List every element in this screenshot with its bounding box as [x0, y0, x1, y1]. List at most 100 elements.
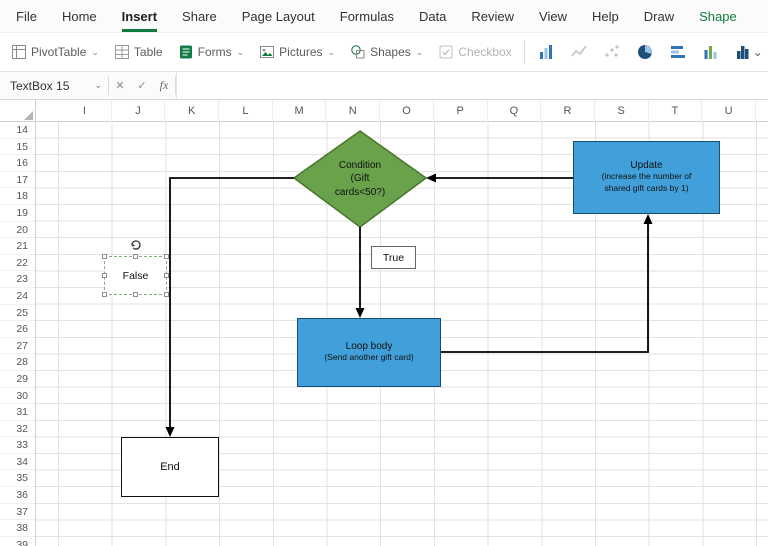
row-header-33[interactable]: 33 — [0, 437, 35, 454]
false-textbox[interactable]: False — [104, 256, 167, 295]
resize-handle-w[interactable] — [102, 273, 107, 278]
row-header-30[interactable]: 30 — [0, 388, 35, 405]
column-header-M[interactable]: M — [273, 100, 327, 122]
menu-home[interactable]: Home — [62, 0, 97, 32]
menu-file[interactable]: File — [16, 0, 37, 32]
column-header-P[interactable]: P — [434, 100, 488, 122]
line-chart-button[interactable] — [567, 40, 591, 64]
column-chart-2-button[interactable] — [699, 40, 723, 64]
name-box[interactable]: TextBox 15 ⌄ — [0, 72, 108, 99]
sheet-grid[interactable]: IJKLMNOPQRSTU 14151617181920212223242526… — [0, 100, 768, 546]
row-header-37[interactable]: 37 — [0, 504, 35, 521]
column-header-K[interactable]: K — [165, 100, 219, 122]
column-header-U[interactable]: U — [702, 100, 756, 122]
forms-button[interactable]: Forms ⌄ — [175, 40, 248, 64]
ribbon: PivotTable ⌄ Table Forms ⌄ Pictures ⌄ Sh… — [0, 32, 768, 72]
row-header-24[interactable]: 24 — [0, 288, 35, 305]
menu-help[interactable]: Help — [592, 0, 619, 32]
menu-formulas[interactable]: Formulas — [340, 0, 394, 32]
column-header-R[interactable]: R — [541, 100, 595, 122]
row-header-21[interactable]: 21 — [0, 238, 35, 255]
menu-data[interactable]: Data — [419, 0, 446, 32]
row-header-14[interactable]: 14 — [0, 122, 35, 139]
column-header-T[interactable]: T — [649, 100, 703, 122]
menu-shape[interactable]: Shape — [699, 0, 737, 32]
pictures-icon — [259, 44, 275, 60]
row-header-28[interactable]: 28 — [0, 354, 35, 371]
select-all-corner[interactable] — [0, 100, 36, 122]
column-chart-button[interactable] — [534, 40, 558, 64]
row-header-19[interactable]: 19 — [0, 205, 35, 222]
condition-line2: (Gift — [351, 172, 370, 186]
pictures-button[interactable]: Pictures ⌄ — [256, 40, 338, 64]
histogram-chart-button[interactable]: ⌄ — [732, 40, 766, 64]
row-header-18[interactable]: 18 — [0, 188, 35, 205]
row-header-25[interactable]: 25 — [0, 305, 35, 322]
pivottable-button[interactable]: PivotTable ⌄ — [8, 40, 102, 64]
row-headers: 1415161718192021222324252627282930313233… — [0, 122, 36, 546]
end-shape[interactable]: End — [121, 437, 219, 497]
column-header-Q[interactable]: Q — [488, 100, 542, 122]
resize-handle-nw[interactable] — [102, 254, 107, 259]
enter-button[interactable]: ✓ — [131, 72, 153, 99]
resize-handle-sw[interactable] — [102, 292, 107, 297]
pictures-label: Pictures — [279, 45, 322, 59]
table-button[interactable]: Table — [111, 40, 166, 64]
cancel-button[interactable]: ✕ — [109, 72, 131, 99]
menu-insert[interactable]: Insert — [122, 0, 157, 32]
column-header-I[interactable]: I — [58, 100, 112, 122]
insert-function-button[interactable]: fx — [153, 72, 175, 99]
column-header-J[interactable]: J — [112, 100, 166, 122]
true-label-box[interactable]: True — [371, 246, 416, 269]
menu-view[interactable]: View — [539, 0, 567, 32]
column-header-S[interactable]: S — [595, 100, 649, 122]
menu-share[interactable]: Share — [182, 0, 217, 32]
condition-line1: Condition — [339, 159, 381, 173]
menu-review[interactable]: Review — [471, 0, 514, 32]
row-header-35[interactable]: 35 — [0, 470, 35, 487]
checkbox-label: Checkbox — [458, 45, 511, 59]
row-header-34[interactable]: 34 — [0, 454, 35, 471]
formula-bar: TextBox 15 ⌄ ✕ ✓ fx — [0, 72, 768, 100]
loop-body-shape[interactable]: Loop body (Send another gift card) — [297, 318, 441, 387]
resize-handle-s[interactable] — [133, 292, 138, 297]
row-header-36[interactable]: 36 — [0, 487, 35, 504]
row-header-27[interactable]: 27 — [0, 338, 35, 355]
chevron-down-icon: ⌄ — [753, 45, 763, 59]
bar-chart-icon — [669, 43, 687, 61]
row-header-29[interactable]: 29 — [0, 371, 35, 388]
formula-input[interactable] — [176, 72, 768, 99]
bar-chart-button[interactable] — [666, 40, 690, 64]
resize-handle-n[interactable] — [133, 254, 138, 259]
row-header-22[interactable]: 22 — [0, 255, 35, 272]
row-header-16[interactable]: 16 — [0, 155, 35, 172]
scatter-chart-button[interactable] — [600, 40, 624, 64]
row-header-26[interactable]: 26 — [0, 321, 35, 338]
chevron-down-icon: ⌄ — [328, 47, 336, 58]
row-header-17[interactable]: 17 — [0, 172, 35, 189]
resize-handle-ne[interactable] — [164, 254, 169, 259]
menu-draw[interactable]: Draw — [644, 0, 674, 32]
resize-handle-e[interactable] — [164, 273, 169, 278]
resize-handle-se[interactable] — [164, 292, 169, 297]
column-header-strip: IJKLMNOPQRSTU — [0, 100, 768, 122]
pie-chart-button[interactable] — [633, 40, 657, 64]
row-header-32[interactable]: 32 — [0, 421, 35, 438]
rotate-handle[interactable] — [129, 238, 143, 252]
shapes-button[interactable]: Shapes ⌄ — [347, 40, 426, 64]
column-header-N[interactable]: N — [326, 100, 380, 122]
row-header-39[interactable]: 39 — [0, 537, 35, 546]
update-shape[interactable]: Update (increase the number of shared gi… — [573, 141, 720, 214]
checkbox-button[interactable]: Checkbox — [435, 40, 514, 64]
true-label: True — [383, 252, 404, 264]
row-header-31[interactable]: 31 — [0, 404, 35, 421]
row-header-15[interactable]: 15 — [0, 139, 35, 156]
menu-bar: File Home Insert Share Page Layout Formu… — [0, 0, 768, 32]
column-header-O[interactable]: O — [380, 100, 434, 122]
row-header-38[interactable]: 38 — [0, 520, 35, 537]
row-header-20[interactable]: 20 — [0, 222, 35, 239]
row-header-23[interactable]: 23 — [0, 271, 35, 288]
menu-page-layout[interactable]: Page Layout — [242, 0, 315, 32]
update-line2: (increase the number of — [602, 171, 692, 183]
column-header-L[interactable]: L — [219, 100, 273, 122]
